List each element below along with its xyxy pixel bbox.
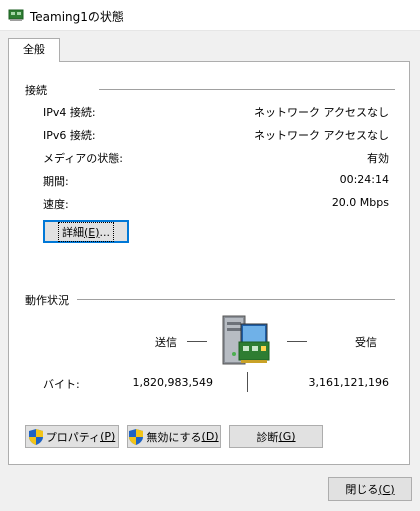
- media-state-label: メディアの状態:: [43, 152, 123, 165]
- close-button-accel: (C): [378, 482, 395, 496]
- details-button[interactable]: 詳細(E)...: [43, 220, 129, 243]
- duration-value: 00:24:14: [339, 173, 389, 186]
- network-adapter-icon: [8, 9, 24, 21]
- sent-label: 送信: [155, 336, 177, 349]
- close-button-label: 閉じる: [345, 483, 379, 496]
- close-button[interactable]: 閉じる (C): [328, 477, 412, 501]
- connection-group-title: 接続: [25, 84, 47, 97]
- details-button-focus: 詳細(E)...: [57, 221, 115, 242]
- sent-line: [187, 341, 207, 342]
- properties-button[interactable]: プロパティ (P): [25, 425, 119, 448]
- duration-label: 期間:: [43, 175, 69, 188]
- disable-button[interactable]: 無効にする (D): [127, 425, 221, 448]
- activity-group-title: 動作状況: [25, 294, 69, 307]
- disable-button-accel: (D): [201, 430, 219, 443]
- uac-shield-icon: [129, 428, 144, 445]
- ipv6-label: IPv6 接続:: [43, 129, 96, 142]
- activity-divider: [247, 372, 248, 392]
- disable-button-label: 無効にする: [146, 430, 202, 444]
- uac-shield-icon: [28, 428, 43, 445]
- tab-general[interactable]: 全般: [8, 38, 60, 62]
- received-line: [287, 341, 307, 342]
- speed-value: 20.0 Mbps: [331, 196, 389, 209]
- diagnose-button-label: 診断: [256, 430, 279, 444]
- details-button-label: 詳細: [61, 225, 84, 239]
- connection-group-divider: [99, 89, 395, 90]
- network-computer-icon: [222, 315, 270, 365]
- bytes-received-value: 3,161,121,196: [308, 376, 389, 389]
- media-state-value: 有効: [367, 152, 389, 165]
- bytes-sent-value: 1,820,983,549: [132, 376, 213, 389]
- window-title: Teaming1の状態: [30, 10, 124, 24]
- ipv4-label: IPv4 接続:: [43, 106, 96, 119]
- speed-label: 速度:: [43, 198, 69, 211]
- tab-panel-general: 接続 IPv4 接続: ネットワーク アクセスなし IPv6 接続: ネットワー…: [8, 61, 410, 465]
- ipv6-value: ネットワーク アクセスなし: [254, 129, 389, 142]
- details-button-accel: (E): [83, 225, 100, 239]
- properties-button-label: プロパティ: [45, 430, 101, 444]
- activity-group-divider: [77, 299, 395, 300]
- title-bar[interactable]: Teaming1の状態: [0, 0, 420, 31]
- properties-button-accel: (P): [100, 430, 116, 443]
- ipv4-value: ネットワーク アクセスなし: [254, 106, 389, 119]
- diagnose-button[interactable]: 診断 (G): [229, 425, 323, 448]
- diagnose-button-accel: (G): [278, 430, 296, 443]
- received-label: 受信: [355, 336, 377, 349]
- details-button-suffix: ...: [99, 225, 111, 239]
- bytes-label: バイト:: [43, 378, 80, 391]
